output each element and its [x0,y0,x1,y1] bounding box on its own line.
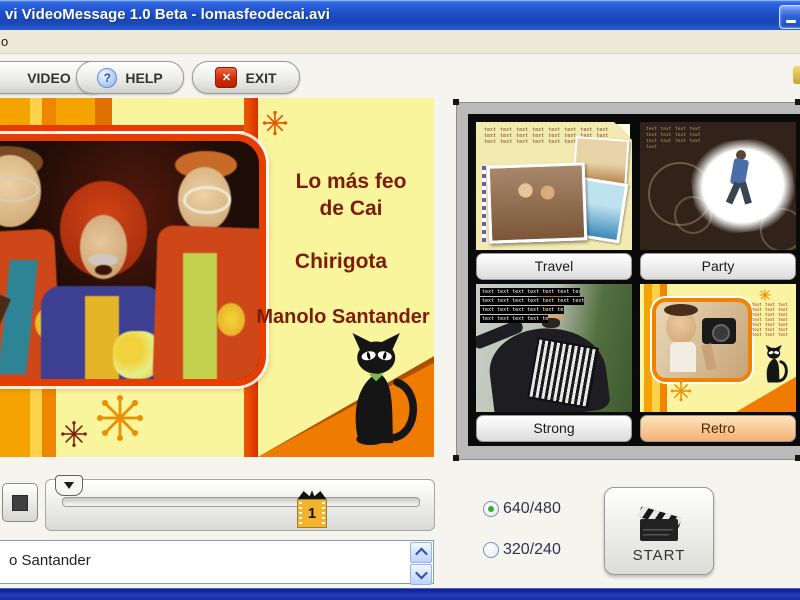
slider-start-marker[interactable] [55,475,83,496]
template-placeholder-text: text text text text text text text text … [646,127,701,150]
caption-scrollbar [410,542,432,585]
clapperboard-icon [636,506,684,541]
photo-decor [482,166,486,242]
photo-decor [527,337,599,409]
photo-decor [616,124,630,138]
cat-icon [765,344,788,383]
caption-text: o Santander [9,552,91,569]
starburst-icon [670,380,692,402]
video-frame [0,134,266,386]
starburst-icon [262,110,288,136]
down-triangle-icon [64,482,74,489]
cat-icon [352,332,418,446]
app-window: vi VideoMessage 1.0 Beta - lomasfeodecai… [0,0,800,600]
photo-decor [701,343,717,371]
photo-decor [85,295,119,379]
resolution-640-label: 640/480 [503,500,561,517]
template-strong-label: Strong [476,415,632,442]
template-party-label: Party [640,253,796,280]
window-title: vi VideoMessage 1.0 Beta - lomasfeodecai… [5,6,330,23]
photo-decor [712,324,730,342]
scroll-up-button[interactable] [410,542,432,563]
photo-decor [644,284,652,412]
help-icon: ? [97,67,118,88]
exit-button[interactable]: ✕ EXIT [192,61,300,94]
placeholder-line: text text text text text text text [480,297,584,305]
resolution-option-320[interactable]: 320/240 [483,541,561,559]
title-bar: vi VideoMessage 1.0 Beta - lomasfeodecai… [0,0,800,30]
start-button[interactable]: START [604,487,714,575]
frame-marker-body: 1 [297,499,327,528]
stripe [0,125,252,131]
menu-bar: o [0,30,800,54]
starburst-icon [759,289,771,301]
video-preview: Lo más feo de Cai Chirigota Manolo Santa… [0,98,434,457]
preview-text-line1: Lo más feo [295,170,407,193]
template-party[interactable]: text text text text text text text text … [640,122,796,280]
seek-track[interactable] [62,497,420,507]
radio-640-icon[interactable] [483,501,499,517]
placeholder-line: text text text text text text text [480,288,580,296]
photo-decor [664,304,698,316]
photo-decor [183,252,217,379]
photo-decor [652,298,752,382]
starburst-icon [61,421,87,447]
template-retro-image: text text text text text text text text … [640,284,796,412]
minimize-button[interactable] [779,5,800,29]
photo-decor [670,342,696,372]
radio-selected-dot [488,506,494,512]
preview-text-line2: de Cai [319,197,383,220]
caption-input[interactable]: o Santander [0,540,434,584]
stop-icon [12,494,28,511]
photo-decor [217,302,245,337]
template-retro[interactable]: text text text text text text text text … [640,284,796,442]
scroll-down-button[interactable] [410,564,432,585]
template-strong-image: text text text text text text text text … [476,284,632,412]
photo-decor [183,186,232,214]
starburst-icon [97,395,143,441]
placeholder-line: text text text text text text [480,306,564,314]
exit-button-label: EXIT [245,69,277,86]
help-button[interactable]: ? HELP [76,61,184,94]
template-travel-label: Travel [476,253,632,280]
frame-marker[interactable]: 1 [297,490,327,528]
chevron-down-icon [414,566,428,580]
frame-number: 1 [307,505,317,522]
resize-handle[interactable] [453,455,459,461]
template-party-image: text text text text text text text text … [640,122,796,250]
film-perforation [322,502,325,525]
menu-item-partial[interactable]: o [1,34,8,49]
partial-toolbar-icon [793,66,800,84]
resize-handle[interactable] [795,455,800,461]
resize-handle[interactable] [453,99,459,105]
preview-text-line3: Chirigota [294,250,388,273]
template-placeholder-lines: text text text text text text text text … [480,288,590,324]
video-button-label: VIDEO [27,69,71,86]
chevron-up-icon [414,547,428,561]
resolution-320-label: 320/240 [503,541,561,558]
resolution-option-640[interactable]: 640/480 [483,500,561,518]
radio-320-icon[interactable] [483,542,499,558]
help-button-label: HELP [125,69,163,86]
stop-button[interactable] [2,483,38,522]
placeholder-line: text text text text text [480,315,548,323]
start-button-label: START [632,546,686,564]
preview-text-line4: Manolo Santander [256,306,430,328]
template-retro-label: Retro [640,415,796,442]
template-travel-image: text text text text text text text text … [476,122,632,250]
minimize-icon [786,20,796,23]
template-strong[interactable]: text text text text text text text text … [476,284,632,442]
exit-icon: ✕ [215,67,238,88]
template-travel[interactable]: text text text text text text text text … [476,122,632,280]
film-perforation [299,502,302,525]
resize-handle[interactable] [795,99,800,105]
bottom-window-edge [0,588,800,600]
photo-decor [486,162,588,244]
template-placeholder-text: text text text text text text text text … [752,302,788,337]
